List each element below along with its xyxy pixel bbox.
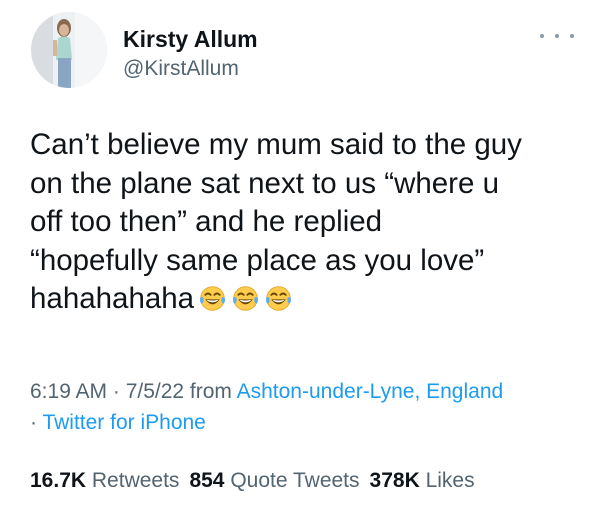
timestamp[interactable]: 6:19 AM · 7/5/22 from	[30, 380, 237, 403]
emoji-row	[198, 284, 293, 313]
tweet-text: Can’t believe my mum said to the guy on …	[30, 126, 575, 319]
author-handle[interactable]: @KirstAllum	[123, 57, 239, 81]
face-with-tears-of-joy-icon	[266, 286, 292, 311]
tweet-card: Kirsty Allum @KirstAllum Can’t believe m…	[0, 0, 600, 514]
quote-tweets-stat[interactable]: 854 Quote Tweets	[189, 469, 359, 493]
tweet-text-line: hahahahaha	[30, 282, 195, 315]
tweet-stats: 16.7K Retweets 854 Quote Tweets 378K Lik…	[30, 469, 485, 493]
author-name[interactable]: Kirsty Allum	[123, 26, 258, 53]
avatar[interactable]	[31, 12, 107, 88]
face-with-tears-of-joy-icon	[233, 286, 259, 311]
likes-stat[interactable]: 378K Likes	[370, 469, 475, 493]
separator: ·	[30, 411, 43, 434]
more-options-icon[interactable]	[540, 25, 574, 47]
likes-label: Likes	[425, 469, 475, 492]
retweets-count: 16.7K	[30, 469, 87, 492]
retweets-stat[interactable]: 16.7K Retweets	[30, 469, 179, 493]
tweet-text-line: off too then” and he replied	[30, 205, 383, 238]
tweet-text-line: “hopefully same place as you love”	[30, 243, 485, 277]
tweet-meta: 6:19 AM · 7/5/22 from Ashton-under-Lyne,…	[30, 376, 575, 438]
face-with-tears-of-joy-icon	[200, 286, 226, 311]
retweets-label: Retweets	[91, 469, 180, 492]
source-link[interactable]: Twitter for iPhone	[42, 411, 205, 434]
avatar-photo	[31, 12, 107, 88]
tweet-text-line: on the plane sat next to us “where u	[30, 166, 500, 200]
tweet-text-line: Can’t believe my mum said to the guy	[30, 128, 522, 161]
quote-tweets-label: Quote Tweets	[230, 469, 360, 492]
tweet-text-line-last: hahahahaha	[30, 280, 575, 319]
likes-count: 378K	[369, 469, 420, 492]
location-link[interactable]: Ashton-under-Lyne, England	[237, 380, 504, 403]
quote-tweets-count: 854	[189, 469, 225, 492]
